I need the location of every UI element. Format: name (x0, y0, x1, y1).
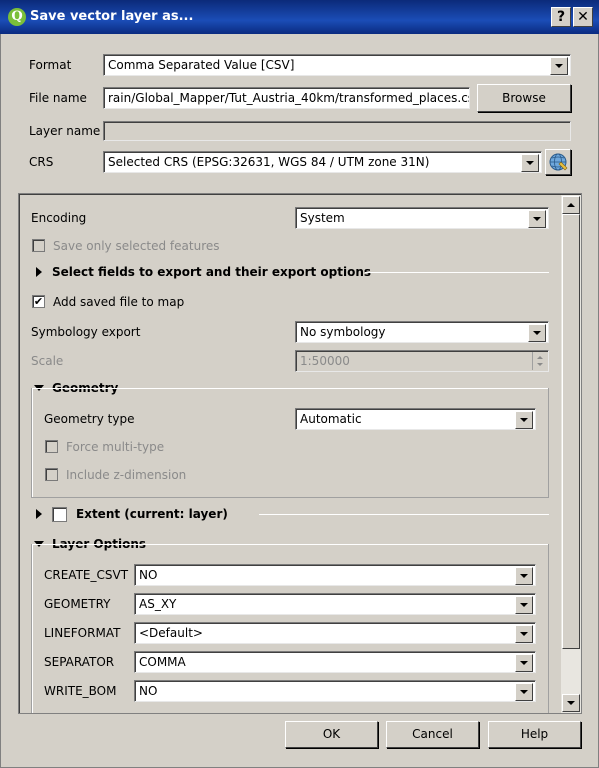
layer-option-combobox[interactable]: <Default> (134, 622, 536, 644)
chevron-down-icon[interactable] (515, 683, 533, 701)
include-z-checkbox (45, 468, 58, 481)
add-saved-checkbox[interactable]: ✔ (32, 295, 45, 308)
scroll-thumb[interactable] (562, 214, 580, 649)
encoding-value: System (300, 211, 345, 225)
layer-option-combobox[interactable]: NO (134, 564, 536, 586)
options-scroll-area[interactable]: Encoding System Save only selected featu… (18, 193, 582, 714)
format-combobox[interactable]: Comma Separated Value [CSV] (103, 54, 571, 76)
layer-option-value: <Default> (139, 626, 203, 640)
add-saved-label: Add saved file to map (53, 295, 185, 309)
chevron-down-icon[interactable] (515, 567, 533, 585)
chevron-down-icon[interactable] (528, 324, 546, 342)
chevron-down-icon[interactable] (550, 57, 568, 75)
filename-input[interactable]: rain/Global_Mapper/Tut_Austria_40km/tran… (103, 87, 470, 109)
section-divider (259, 514, 549, 515)
scale-label: Scale (31, 354, 64, 368)
globe-icon (549, 153, 568, 171)
geometry-type-value: Automatic (300, 412, 362, 426)
format-value: Comma Separated Value [CSV] (108, 58, 295, 72)
chevron-down-icon[interactable] (515, 625, 533, 643)
spin-arrows-icon (532, 352, 546, 370)
close-icon[interactable]: ✕ (573, 7, 593, 27)
select-fields-section[interactable]: Select fields to export and their export… (52, 265, 371, 279)
scale-spinbox: 1:50000 (295, 350, 549, 372)
extent-checkbox[interactable] (52, 507, 67, 522)
layer-option-combobox[interactable]: NO (134, 680, 536, 702)
geometry-type-label: Geometry type (44, 412, 135, 426)
symbology-value: No symbology (300, 325, 386, 339)
ok-button[interactable]: OK (285, 721, 378, 748)
include-z-label: Include z-dimension (66, 468, 187, 482)
layer-option-key: GEOMETRY (44, 597, 111, 611)
symbology-combobox[interactable]: No symbology (295, 321, 549, 343)
help-title-button[interactable]: ? (551, 7, 571, 27)
force-multi-label: Force multi-type (66, 440, 165, 454)
chevron-down-icon[interactable] (515, 411, 533, 429)
layer-option-value: AS_XY (139, 597, 177, 611)
vertical-scrollbar[interactable] (561, 195, 581, 713)
filename-label: File name (29, 91, 87, 105)
force-multi-checkbox (45, 440, 58, 453)
scroll-down-button[interactable] (562, 694, 580, 712)
browse-button[interactable]: Browse (477, 84, 571, 112)
layer-option-value: NO (139, 684, 158, 698)
crs-combobox[interactable]: Selected CRS (EPSG:32631, WGS 84 / UTM z… (103, 151, 542, 173)
filename-value: rain/Global_Mapper/Tut_Austria_40km/tran… (108, 91, 470, 105)
chevron-up-icon (567, 203, 575, 207)
chevron-down-icon (567, 701, 575, 705)
section-divider (365, 272, 549, 273)
crs-selector-button[interactable] (545, 149, 571, 175)
crs-value: Selected CRS (EPSG:32631, WGS 84 / UTM z… (108, 155, 430, 169)
layer-option-key: WRITE_BOM (44, 684, 117, 698)
chevron-down-icon[interactable] (515, 654, 533, 672)
scroll-up-button[interactable] (562, 196, 580, 214)
layer-option-key: LINEFORMAT (44, 626, 121, 640)
layername-input (103, 121, 571, 141)
layer-option-combobox[interactable]: AS_XY (134, 593, 536, 615)
chevron-down-icon[interactable] (528, 210, 546, 228)
layer-option-key: CREATE_CSVT (44, 568, 129, 582)
crs-label: CRS (29, 155, 54, 169)
triangle-right-icon[interactable] (36, 509, 42, 519)
encoding-combobox[interactable]: System (295, 207, 549, 229)
window-title: Save vector layer as... (30, 9, 194, 24)
layer-option-value: NO (139, 568, 158, 582)
cancel-button[interactable]: Cancel (386, 721, 479, 748)
layername-label: Layer name (29, 124, 101, 138)
format-label: Format (29, 58, 72, 72)
layer-option-key: SEPARATOR (44, 655, 115, 669)
chevron-down-icon[interactable] (515, 596, 533, 614)
save-selected-label: Save only selected features (53, 239, 220, 253)
scale-value: 1:50000 (300, 354, 350, 368)
encoding-label: Encoding (31, 211, 87, 225)
triangle-right-icon[interactable] (36, 267, 42, 277)
layer-option-combobox[interactable]: COMMA (134, 651, 536, 673)
help-button[interactable]: Help (488, 721, 581, 748)
extent-section[interactable]: Extent (current: layer) (76, 507, 228, 521)
layer-option-value: COMMA (139, 655, 186, 669)
save-selected-checkbox (32, 239, 45, 252)
qgis-app-icon: Q (8, 8, 26, 26)
title-bar: Q Save vector layer as... ? ✕ (0, 0, 599, 34)
chevron-down-icon[interactable] (521, 154, 539, 172)
geometry-type-combobox[interactable]: Automatic (295, 408, 536, 430)
symbology-label: Symbology export (31, 325, 141, 339)
